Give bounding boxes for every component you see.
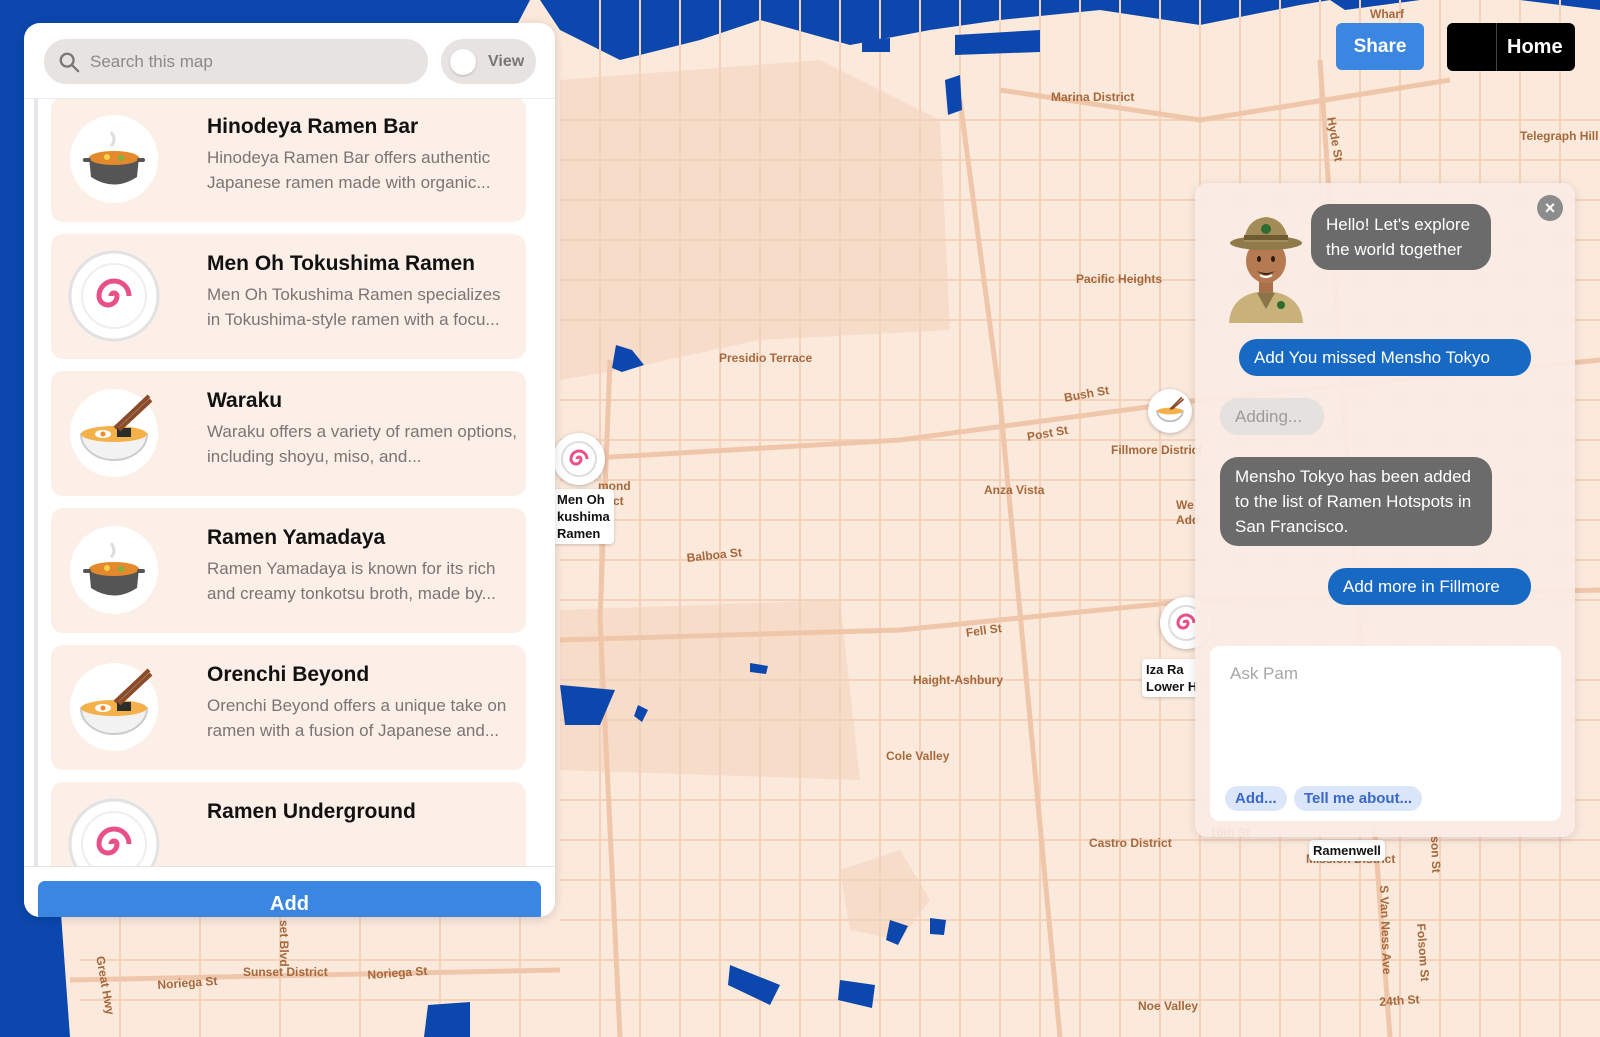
chat-message-bot: Hello! Let's explore the world together (1311, 204, 1491, 270)
chat-message-pending: Adding... (1220, 398, 1324, 435)
map-pin-label-iza: Iza Ra Lower H (1142, 659, 1202, 697)
chat-panel: × Hello! Let's explore the world togethe… (1195, 183, 1575, 837)
chat-message-bot: Mensho Tokyo has been added to the list … (1220, 457, 1492, 546)
narutomaki-icon (68, 250, 160, 342)
list-item[interactable]: Men Oh Tokushima Ramen Men Oh Tokushima … (51, 234, 526, 359)
places-panel: View Hinodeya Ramen Bar Hinodeya Ramen B… (24, 23, 555, 917)
list-item[interactable]: Waraku Waraku offers a variety of ramen … (51, 371, 526, 496)
narutomaki-icon (68, 798, 160, 866)
toggle-knob (450, 48, 476, 75)
chat-message-user: Add You missed Mensho Tokyo (1239, 339, 1531, 376)
search-bar[interactable] (44, 39, 428, 84)
list-item-name: Men Oh Tokushima Ramen (207, 252, 475, 275)
share-button[interactable]: Share (1336, 23, 1424, 70)
map-label-castro: Castro District (1089, 836, 1172, 850)
map-label-sunset-blvd: set Blvd (277, 920, 291, 967)
panel-divider (24, 866, 555, 867)
list-item-name: Ramen Yamadaya (207, 526, 386, 549)
list-item-desc: Ramen Yamadaya is known for its rich and… (207, 559, 496, 603)
ramen-bowl-icon (70, 389, 158, 477)
map-pin-label-ramenwell: Ramenwell (1309, 840, 1385, 861)
guide-avatar (1229, 217, 1303, 323)
map-label-noe-valley: Noe Valley (1138, 999, 1199, 1013)
list-item[interactable]: Ramen Yamadaya Ramen Yamadaya is known f… (51, 508, 526, 633)
map-label-marina: Marina District (1051, 90, 1135, 104)
map-label-24th: 24th St (1379, 992, 1420, 1009)
list-item-desc (207, 830, 517, 866)
list-item-desc: Hinodeya Ramen Bar offers authentic Japa… (207, 148, 491, 192)
search-input[interactable] (90, 51, 410, 72)
list-item-name: Ramen Underground (207, 800, 416, 823)
chat-input[interactable] (1230, 664, 1540, 754)
chat-input-box[interactable]: Add... Tell me about... (1210, 646, 1561, 821)
map-label-haight-ashbury: Haight-Ashbury (913, 673, 1003, 687)
home-button-divider (1496, 23, 1497, 71)
chat-message-user: Add more in Fillmore (1328, 568, 1531, 605)
home-button[interactable]: Home (1447, 23, 1575, 71)
map-label-sunset-district: Sunset District (243, 965, 328, 979)
list-item[interactable]: Hinodeya Ramen Bar Hinodeya Ramen Bar of… (51, 99, 526, 222)
narutomaki-icon (561, 441, 597, 477)
list-item[interactable]: Orenchi Beyond Orenchi Beyond offers a u… (51, 645, 526, 770)
list-item-desc: Orenchi Beyond offers a unique take on r… (207, 696, 507, 740)
map-pin-fillmore[interactable] (1148, 389, 1192, 433)
map-label-son-st: son St (1428, 836, 1444, 874)
suggestion-chip-add[interactable]: Add... (1225, 786, 1287, 811)
suggestion-chip-tell-me[interactable]: Tell me about... (1294, 786, 1423, 811)
map-label-wharf: Wharf (1370, 7, 1404, 21)
map-label-presidio-terrace: Presidio Terrace (719, 351, 813, 365)
map-pin-label-men-oh: Men Oh kushima Ramen (553, 489, 614, 544)
list-item-name: Orenchi Beyond (207, 663, 370, 686)
map-label-pacific-heights: Pacific Heights (1076, 272, 1163, 286)
places-list[interactable]: Hinodeya Ramen Bar Hinodeya Ramen Bar of… (24, 98, 555, 866)
close-icon[interactable]: × (1537, 195, 1563, 221)
list-item-desc: Men Oh Tokushima Ramen specializes in To… (207, 285, 501, 329)
list-item[interactable]: Ramen Underground (51, 782, 526, 866)
map-pin-men-oh[interactable] (553, 433, 605, 485)
pot-icon (70, 115, 158, 203)
view-toggle-label: View (488, 52, 525, 70)
panel-footer: Add (24, 866, 555, 917)
home-button-label: Home (1507, 35, 1563, 58)
list-item-name: Hinodeya Ramen Bar (207, 115, 419, 138)
ramen-bowl-icon (1156, 396, 1185, 423)
search-icon (59, 52, 80, 72)
map-label-western: We (1176, 498, 1194, 512)
map-label-cole-valley: Cole Valley (886, 749, 950, 763)
ramen-bowl-icon (70, 663, 158, 751)
list-item-name: Waraku (207, 389, 283, 412)
map-label-anza-vista: Anza Vista (984, 483, 1045, 497)
map-label-fillmore: Fillmore District (1111, 443, 1203, 457)
add-button[interactable]: Add (38, 881, 541, 917)
map-label-telegraph: Telegraph Hill (1520, 129, 1599, 143)
view-toggle[interactable]: View (441, 39, 536, 84)
pot-icon (70, 526, 158, 614)
list-item-desc: Waraku offers a variety of ramen options… (207, 422, 517, 466)
